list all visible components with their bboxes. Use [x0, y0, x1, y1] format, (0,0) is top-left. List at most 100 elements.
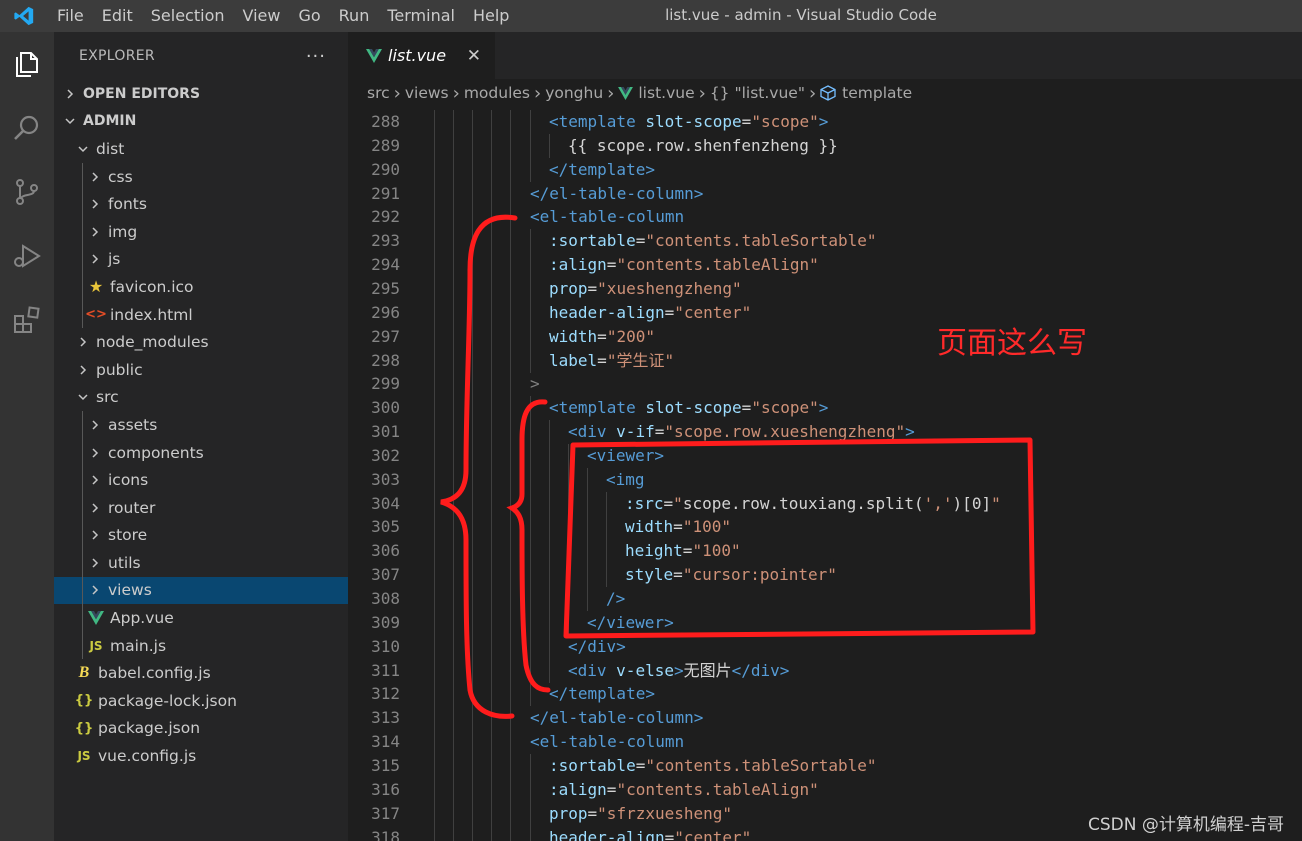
breadcrumb-item[interactable]: modules: [464, 84, 530, 102]
code-text: {{ scope.row.shenfenzheng }}: [568, 134, 838, 158]
menu-terminal[interactable]: Terminal: [378, 0, 464, 32]
folder-src[interactable]: src: [54, 384, 348, 412]
folder-node-modules[interactable]: node_modules: [54, 328, 348, 356]
code-text: </el-table-column>: [530, 706, 703, 730]
indent-guide: [549, 491, 550, 516]
folder-fonts[interactable]: fonts: [54, 190, 348, 218]
indent-guide: [434, 300, 435, 325]
chevron-right-icon: [86, 253, 104, 265]
indent-guide: [491, 110, 492, 134]
source-control-icon[interactable]: [0, 160, 54, 224]
token-str: "cursor:pointer": [682, 565, 837, 585]
token-txt: =: [664, 302, 675, 322]
token-attr: label: [549, 350, 598, 370]
folder-dist[interactable]: dist: [54, 135, 348, 163]
menu-edit[interactable]: Edit: [93, 0, 142, 32]
menu-help[interactable]: Help: [464, 0, 518, 32]
indent-guide: [510, 324, 511, 349]
menu-selection[interactable]: Selection: [142, 0, 234, 32]
file-main-js[interactable]: JS main.js: [54, 631, 348, 660]
indent-guide: [491, 801, 492, 826]
indent-guide: [530, 587, 531, 611]
indent-guide: [434, 133, 435, 158]
line-number: 299: [371, 374, 400, 394]
code-editor[interactable]: 288 <template slot-scope="scope"> 289{{ sc…: [348, 110, 1302, 841]
explorer-section-open-editors[interactable]: OPEN EDITORS: [54, 80, 348, 108]
indent-guide: [510, 133, 511, 158]
folder-components[interactable]: components: [54, 438, 348, 467]
indent-guide: [472, 181, 473, 206]
breadcrumb-item[interactable]: template: [842, 84, 912, 102]
menu-go[interactable]: Go: [289, 0, 329, 32]
line-number: 309: [371, 612, 400, 632]
chevron-right-icon: [74, 336, 92, 348]
indent-guide: [491, 777, 492, 802]
indent-guide: [549, 467, 550, 492]
extensions-icon[interactable]: [0, 288, 54, 352]
breadcrumb-item[interactable]: yonghu: [545, 84, 603, 102]
vue-icon: [86, 611, 106, 626]
folder-assets[interactable]: assets: [54, 411, 348, 439]
more-actions-icon[interactable]: ···: [306, 46, 326, 67]
file-babel-config-js[interactable]: Bbabel.config.js: [54, 659, 348, 687]
indent-guide: [510, 372, 511, 397]
code-text: prop="sfrzxuesheng": [549, 802, 732, 826]
close-icon[interactable]: ✕: [467, 46, 481, 66]
indent-guide: [549, 420, 550, 445]
token-attr: header-align: [549, 827, 665, 841]
file-package-json[interactable]: {} package.json: [54, 715, 348, 743]
folder-utils[interactable]: utils: [54, 549, 348, 577]
chevron-right-icon: [86, 557, 104, 569]
chevron-right-icon: [86, 474, 104, 486]
breadcrumb-item[interactable]: {} "list.vue": [710, 84, 805, 102]
run-debug-icon[interactable]: [0, 224, 54, 288]
folder-css[interactable]: css: [54, 162, 348, 191]
indent-guide: [510, 515, 511, 540]
editor-tabs: list.vue ✕: [348, 32, 1302, 79]
menu-view[interactable]: View: [234, 0, 290, 32]
code-text: :align="contents.tableAlign": [549, 253, 819, 277]
folder-js[interactable]: js: [54, 245, 348, 274]
folder-public[interactable]: public: [54, 356, 348, 384]
folder-img[interactable]: img: [54, 217, 348, 246]
indent-guide: [434, 706, 435, 731]
code-line: 316:align="contents.tableAlign": [348, 777, 1302, 802]
indent-guide: [472, 753, 473, 778]
folder-router[interactable]: router: [54, 493, 348, 522]
breadcrumb-item[interactable]: src: [367, 84, 390, 102]
search-icon[interactable]: [0, 96, 54, 160]
token-str: "scope": [751, 398, 819, 418]
token-attr: v-if: [616, 422, 655, 442]
chevron-right-icon: [86, 226, 104, 238]
token-attr: :align: [549, 255, 607, 275]
file-vue-config-js[interactable]: JS vue.config.js: [54, 742, 348, 770]
file-index-html[interactable]: <> index.html: [54, 300, 348, 329]
indent-guide: [434, 467, 435, 492]
file-package-lock-json[interactable]: {} package-lock.json: [54, 687, 348, 715]
indent-guide: [549, 658, 550, 683]
token-str: "xueshengzheng": [597, 278, 742, 298]
breadcrumb-item[interactable]: list.vue: [638, 84, 694, 102]
token-txt: =: [664, 827, 675, 841]
indent-guide: [453, 300, 454, 325]
breadcrumb-item[interactable]: views: [405, 84, 449, 102]
token-str: "sfrzxuesheng": [597, 803, 733, 823]
explorer-section-admin[interactable]: ADMIN: [54, 108, 348, 136]
indent-guide: [491, 229, 492, 254]
folder-views[interactable]: views: [54, 576, 348, 605]
menu-run[interactable]: Run: [330, 0, 379, 32]
folder-store[interactable]: store: [54, 521, 348, 550]
indent-guide: [82, 190, 83, 218]
indent-guide: [472, 157, 473, 182]
menu-file[interactable]: File: [48, 0, 93, 32]
folder-icons[interactable]: icons: [54, 466, 348, 494]
file-app-vue[interactable]: App.vue: [54, 604, 348, 632]
chevron-right-icon: ›: [393, 82, 401, 104]
files-icon[interactable]: [0, 32, 54, 96]
tab-list-vue[interactable]: list.vue ✕: [348, 32, 495, 79]
file-favicon-ico[interactable]: ★ favicon.ico: [54, 273, 348, 301]
code-text: prop="xueshengzheng": [549, 277, 742, 301]
indent-guide: [549, 610, 550, 635]
tree-item-label: assets: [108, 415, 158, 434]
